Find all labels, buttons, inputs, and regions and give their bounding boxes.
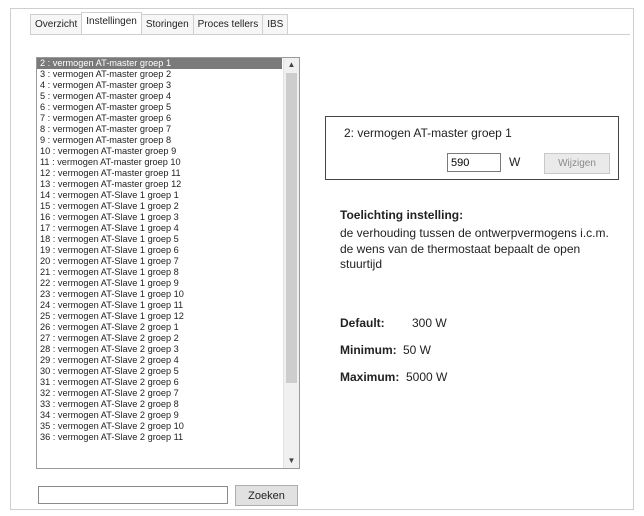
tab-ibs[interactable]: IBS bbox=[262, 14, 289, 34]
list-scrollbar[interactable]: ▲ ▼ bbox=[283, 58, 299, 468]
setting-title: 2: vermogen AT-master groep 1 bbox=[344, 126, 512, 140]
list-item[interactable]: 8 : vermogen AT-master groep 7 bbox=[37, 124, 282, 135]
list-item[interactable]: 9 : vermogen AT-master groep 8 bbox=[37, 135, 282, 146]
list-item[interactable]: 6 : vermogen AT-master groep 5 bbox=[37, 102, 282, 113]
explanation-text: de verhouding tussen de ontwerpvermogens… bbox=[340, 226, 609, 271]
tab-proces-tellers[interactable]: Proces tellers bbox=[192, 14, 264, 34]
minimum-row: Minimum: 50 W bbox=[340, 343, 431, 357]
list-item[interactable]: 36 : vermogen AT-Slave 2 groep 11 bbox=[37, 432, 282, 443]
list-item[interactable]: 15 : vermogen AT-Slave 1 groep 2 bbox=[37, 201, 282, 212]
list-item[interactable]: 22 : vermogen AT-Slave 1 groep 9 bbox=[37, 278, 282, 289]
list-item[interactable]: 35 : vermogen AT-Slave 2 groep 10 bbox=[37, 421, 282, 432]
list-item[interactable]: 4 : vermogen AT-master groep 3 bbox=[37, 80, 282, 91]
setting-unit: W bbox=[509, 155, 521, 169]
list-item[interactable]: 30 : vermogen AT-Slave 2 groep 5 bbox=[37, 366, 282, 377]
explanation-title: Toelichting instelling: bbox=[340, 208, 464, 222]
default-row: Default: 300 W bbox=[340, 316, 447, 330]
default-value: 300 W bbox=[412, 316, 447, 330]
list-item[interactable]: 25 : vermogen AT-Slave 1 groep 12 bbox=[37, 311, 282, 322]
minimum-value: 50 W bbox=[403, 343, 432, 357]
list-item[interactable]: 31 : vermogen AT-Slave 2 groep 6 bbox=[37, 377, 282, 388]
list-item[interactable]: 27 : vermogen AT-Slave 2 groep 2 bbox=[37, 333, 282, 344]
list-item[interactable]: 5 : vermogen AT-master groep 4 bbox=[37, 91, 282, 102]
tab-storingen[interactable]: Storingen bbox=[140, 14, 194, 34]
setting-editor: 2: vermogen AT-master groep 1 W Wijzigen bbox=[325, 116, 619, 180]
settings-listbox[interactable]: 2 : vermogen AT-master groep 13 : vermog… bbox=[36, 57, 300, 469]
list-item[interactable]: 29 : vermogen AT-Slave 2 groep 4 bbox=[37, 355, 282, 366]
list-item[interactable]: 18 : vermogen AT-Slave 1 groep 5 bbox=[37, 234, 282, 245]
scroll-down-icon[interactable]: ▼ bbox=[284, 454, 299, 468]
list-item[interactable]: 10 : vermogen AT-master groep 9 bbox=[37, 146, 282, 157]
list-item[interactable]: 13 : vermogen AT-master groep 12 bbox=[37, 179, 282, 190]
tab-instellingen[interactable]: Instellingen bbox=[81, 12, 142, 34]
tab-bar: Overzicht Instellingen Storingen Proces … bbox=[30, 12, 289, 34]
maximum-value: 5000 W bbox=[406, 370, 448, 384]
minimum-label: Minimum: bbox=[340, 343, 397, 357]
list-item[interactable]: 12 : vermogen AT-master groep 11 bbox=[37, 168, 282, 179]
list-item[interactable]: 7 : vermogen AT-master groep 6 bbox=[37, 113, 282, 124]
list-item[interactable]: 26 : vermogen AT-Slave 2 groep 1 bbox=[37, 322, 282, 333]
list-item[interactable]: 24 : vermogen AT-Slave 1 groep 11 bbox=[37, 300, 282, 311]
scroll-up-icon[interactable]: ▲ bbox=[284, 58, 299, 72]
list-item[interactable]: 20 : vermogen AT-Slave 1 groep 7 bbox=[37, 256, 282, 267]
list-item[interactable]: 11 : vermogen AT-master groep 10 bbox=[37, 157, 282, 168]
tab-overzicht[interactable]: Overzicht bbox=[30, 14, 83, 34]
settings-list: 2 : vermogen AT-master groep 13 : vermog… bbox=[37, 58, 282, 443]
list-item[interactable]: 16 : vermogen AT-Slave 1 groep 3 bbox=[37, 212, 282, 223]
list-item[interactable]: 2 : vermogen AT-master groep 1 bbox=[37, 58, 282, 69]
tab-divider bbox=[30, 34, 630, 35]
search-button[interactable]: Zoeken bbox=[235, 485, 298, 506]
default-label: Default: bbox=[340, 316, 385, 330]
list-item[interactable]: 19 : vermogen AT-Slave 1 groep 6 bbox=[37, 245, 282, 256]
list-item[interactable]: 21 : vermogen AT-Slave 1 groep 8 bbox=[37, 267, 282, 278]
list-item[interactable]: 32 : vermogen AT-Slave 2 groep 7 bbox=[37, 388, 282, 399]
search-input[interactable] bbox=[38, 486, 228, 504]
list-item[interactable]: 34 : vermogen AT-Slave 2 groep 9 bbox=[37, 410, 282, 421]
change-button[interactable]: Wijzigen bbox=[544, 153, 610, 174]
scroll-thumb[interactable] bbox=[286, 73, 297, 383]
maximum-row: Maximum: 5000 W bbox=[340, 370, 447, 384]
list-item[interactable]: 17 : vermogen AT-Slave 1 groep 4 bbox=[37, 223, 282, 234]
list-item[interactable]: 14 : vermogen AT-Slave 1 groep 1 bbox=[37, 190, 282, 201]
list-item[interactable]: 28 : vermogen AT-Slave 2 groep 3 bbox=[37, 344, 282, 355]
maximum-label: Maximum: bbox=[340, 370, 400, 384]
list-item[interactable]: 23 : vermogen AT-Slave 1 groep 10 bbox=[37, 289, 282, 300]
list-item[interactable]: 3 : vermogen AT-master groep 2 bbox=[37, 69, 282, 80]
list-item[interactable]: 33 : vermogen AT-Slave 2 groep 8 bbox=[37, 399, 282, 410]
setting-value-input[interactable] bbox=[447, 153, 501, 172]
